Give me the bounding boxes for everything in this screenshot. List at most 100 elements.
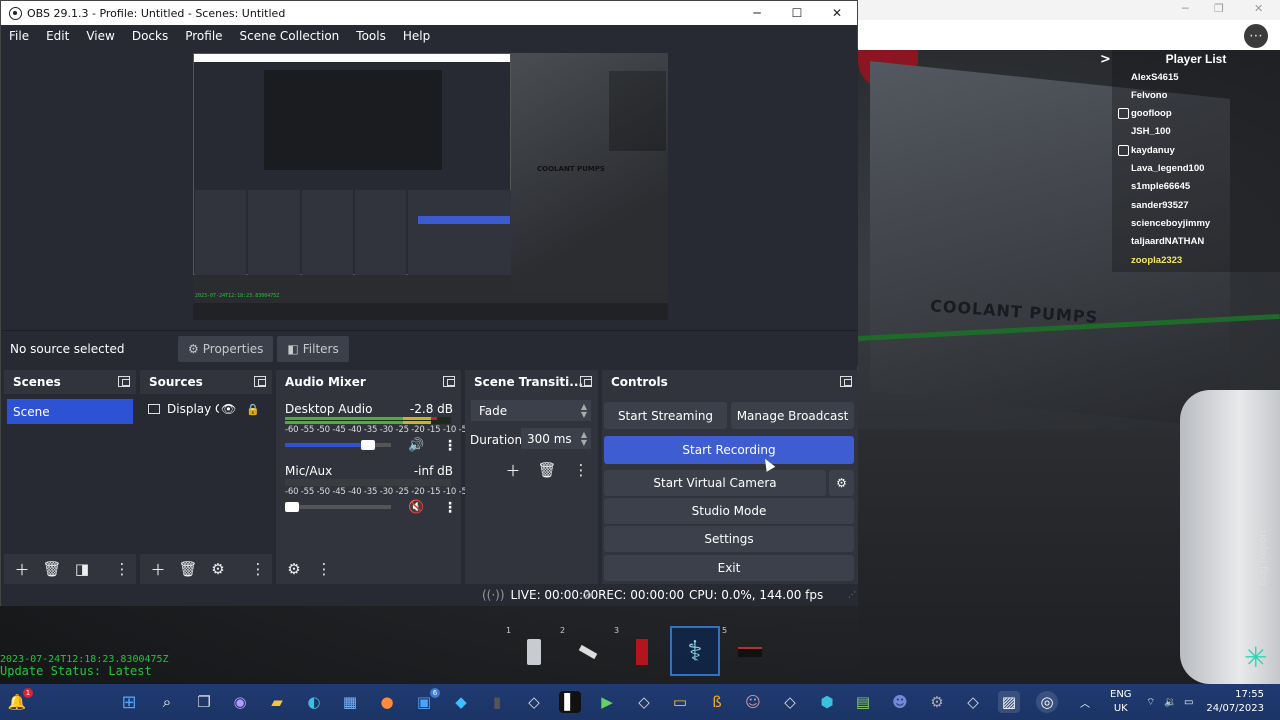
menu-docks[interactable]: Docks — [132, 29, 176, 43]
chevron-updown-icon[interactable]: ▲ ▼ — [581, 431, 587, 447]
game-close-button[interactable]: ✕ — [1254, 2, 1263, 15]
exit-button[interactable]: Exit — [604, 555, 854, 581]
filters-button[interactable]: ◧ Filters — [277, 335, 349, 362]
player-list-item[interactable]: Felvono — [1118, 86, 1167, 104]
app-icon[interactable]: ▤ — [852, 691, 874, 713]
minimize-button[interactable]: ─ — [737, 1, 777, 25]
avatar-app-icon[interactable]: ☺ — [742, 691, 764, 713]
search-icon[interactable]: ⌕ — [156, 691, 178, 713]
edge-icon[interactable]: ◐ — [303, 691, 325, 713]
roblox-icon[interactable]: ◇ — [962, 691, 984, 713]
start-streaming-button[interactable]: Start Streaming — [604, 402, 727, 429]
preview-canvas[interactable]: COOLANT PUMPS 2023-07-24T12:18:23.830047… — [193, 53, 668, 320]
shield-app-icon[interactable]: ⬢ — [816, 691, 838, 713]
hotbar-slot[interactable]: 5 — [722, 626, 774, 676]
settings-icon[interactable]: ⚙ — [926, 691, 948, 713]
menu-tools[interactable]: Tools — [356, 29, 394, 43]
windows-start-icon[interactable]: ⊞ — [118, 691, 140, 713]
preview-area[interactable]: COOLANT PUMPS 2023-07-24T12:18:23.830047… — [2, 48, 858, 330]
hotbar-slot[interactable]: 3 — [614, 626, 666, 676]
manage-broadcast-button[interactable]: Manage Broadcast — [731, 402, 854, 429]
duration-input[interactable]: 300 ms ▲ ▼ — [521, 428, 591, 449]
firefox-icon[interactable]: ● — [376, 691, 398, 713]
obs-icon[interactable]: ◎ — [1036, 691, 1058, 713]
more-icon[interactable]: ⋮ — [112, 559, 132, 579]
filter-icon[interactable]: ◨ — [72, 559, 92, 579]
player-list-item[interactable]: scienceboyjimmy — [1118, 214, 1210, 232]
menu-file[interactable]: File — [9, 29, 37, 43]
more-icon[interactable]: ⋮ — [248, 559, 268, 579]
volume-slider[interactable] — [285, 440, 391, 450]
more-icon[interactable]: ⋮ — [443, 500, 457, 516]
chat-icon[interactable]: ◉ — [229, 691, 251, 713]
player-list-item[interactable]: taljaardNATHAN — [1118, 233, 1204, 251]
maximize-button[interactable]: ☐ — [777, 1, 817, 25]
studio-mode-button[interactable]: Studio Mode — [604, 498, 854, 524]
float-icon[interactable] — [443, 376, 455, 387]
virtual-camera-settings-icon[interactable]: ⚙ — [829, 470, 854, 496]
player-list-item[interactable]: kaydanuy — [1118, 141, 1175, 159]
bug-report-button[interactable]: Bug Report — [1257, 530, 1269, 586]
eye-icon[interactable]: 👁 — [221, 402, 236, 416]
source-item[interactable]: Display Capture 👁 🔒 — [148, 400, 266, 418]
more-icon[interactable]: ⋮ — [314, 559, 334, 579]
float-icon[interactable] — [254, 376, 266, 387]
muted-speaker-icon[interactable]: 🔇 — [408, 500, 424, 515]
speaker-icon[interactable]: 🔊 — [408, 438, 424, 453]
more-icon[interactable]: ⋮ — [443, 438, 457, 454]
wifi-icon[interactable]: ⌔ — [1146, 684, 1155, 720]
add-scene-icon[interactable]: ＋ — [12, 559, 32, 579]
menu-edit[interactable]: Edit — [46, 29, 77, 43]
diamond-icon[interactable]: ◆ — [450, 691, 472, 713]
menu-scene-collection[interactable]: Scene Collection — [240, 29, 348, 43]
roblox-studio-icon[interactable]: ▨ — [998, 691, 1020, 713]
slider-handle[interactable] — [361, 440, 376, 450]
gear-icon[interactable]: ⚙ — [208, 559, 228, 579]
add-icon[interactable]: ＋ — [503, 460, 523, 480]
more-icon[interactable]: ⋮ — [571, 460, 591, 480]
trash-icon[interactable]: 🗑 — [42, 559, 62, 579]
roblox-icon[interactable]: ◇ — [523, 691, 545, 713]
task-view-icon[interactable]: ❐ — [193, 691, 215, 713]
gears-icon[interactable]: ⚙ — [284, 559, 304, 579]
menu-help[interactable]: Help — [403, 29, 438, 43]
folder-icon[interactable]: ▭ — [669, 691, 691, 713]
game-logo-icon[interactable]: ✳ — [1244, 644, 1267, 672]
tray-overflow-icon[interactable]: ︿ — [1080, 684, 1090, 720]
add-source-icon[interactable]: ＋ — [148, 559, 168, 579]
player-list-item[interactable]: AlexS4615 — [1118, 68, 1179, 86]
store-icon[interactable]: ▦ — [339, 691, 361, 713]
trash-icon[interactable]: 🗑 — [537, 460, 557, 480]
hotbar-slot[interactable]: 2 — [560, 626, 612, 676]
menu-profile[interactable]: Profile — [185, 29, 230, 43]
app-icon[interactable]: ▣ 6 — [413, 688, 440, 713]
transition-select[interactable]: Fade ▲ ▼ — [471, 400, 591, 421]
float-icon[interactable] — [580, 376, 592, 387]
resize-grip-icon[interactable]: ⋰ — [848, 590, 856, 599]
properties-button[interactable]: ⚙ Properties — [178, 335, 274, 362]
player-list-item[interactable]: JSH_100 — [1118, 123, 1171, 141]
lock-icon[interactable]: 🔒 — [246, 403, 260, 416]
player-list-item[interactable]: goofloop — [1118, 105, 1172, 123]
scene-item[interactable]: Scene — [7, 399, 133, 424]
file-explorer-icon[interactable]: ▰ — [266, 691, 288, 713]
clock[interactable]: 17:55 24/07/2023 — [1206, 688, 1264, 716]
settings-button[interactable]: Settings — [604, 526, 854, 552]
slider-handle[interactable] — [285, 502, 299, 512]
volume-icon[interactable]: 🔉 — [1164, 684, 1176, 720]
volume-slider[interactable] — [285, 502, 391, 512]
menu-view[interactable]: View — [86, 29, 122, 43]
notification-icon[interactable]: 🔔 1 — [6, 688, 33, 713]
game-maximize-button[interactable]: ❐ — [1214, 2, 1224, 15]
hotbar-slot-selected[interactable]: 4 ⚕ — [670, 626, 720, 676]
player-list-item[interactable]: zoopla2323 — [1118, 251, 1182, 269]
player-list-toggle[interactable]: > — [1100, 52, 1111, 67]
battery-icon[interactable]: ▭ — [1184, 684, 1193, 720]
player-list-item[interactable]: s1mple66645 — [1118, 178, 1190, 196]
patreon-icon[interactable]: ▌ — [559, 691, 581, 713]
roblox-icon[interactable]: ◇ — [779, 691, 801, 713]
app-icon[interactable]: ß — [706, 691, 728, 713]
game-minimize-button[interactable]: ─ — [1182, 2, 1189, 15]
player-list-item[interactable]: Lava_legend100 — [1118, 160, 1204, 178]
discord-icon[interactable]: ☻ — [889, 691, 911, 713]
